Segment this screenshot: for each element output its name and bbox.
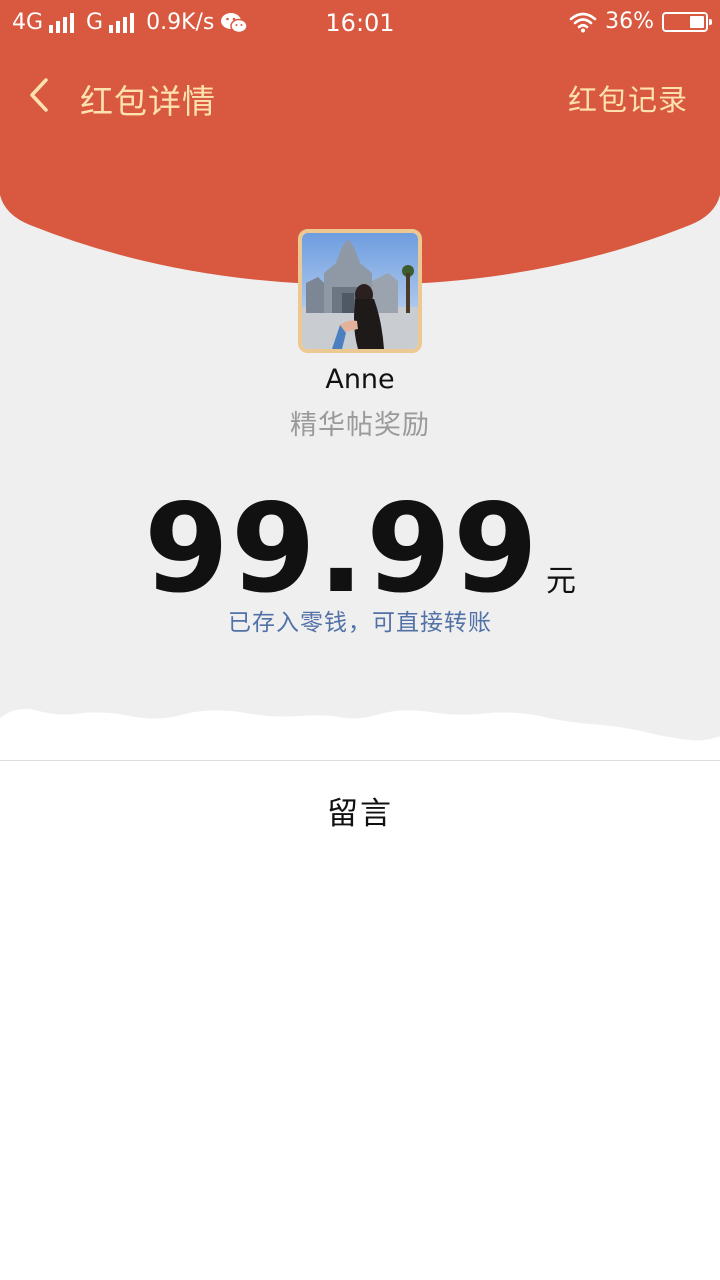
amount-display: 99.99 元 <box>0 478 720 620</box>
message-section-title: 留言 <box>327 796 393 832</box>
section-divider <box>0 760 720 761</box>
amount-unit: 元 <box>545 564 576 599</box>
wifi-icon <box>569 12 597 32</box>
battery-fill <box>690 15 704 28</box>
battery-icon <box>662 11 712 32</box>
red-packet-records-link[interactable]: 红包记录 <box>568 77 688 119</box>
page-title: 红包详情 <box>80 82 216 121</box>
wave-divider <box>0 709 720 762</box>
status-right: 36% <box>569 9 712 34</box>
amount-value: 99.99 <box>144 478 540 620</box>
sender-name: Anne <box>325 364 395 395</box>
red-packet-detail-screen: 4G G 0.9K/s 16:01 36% 红包详情 红包记录 Anne 精华帖… <box>0 0 720 1280</box>
avatar-photo <box>302 233 418 349</box>
avatar[interactable] <box>298 229 422 353</box>
battery-percent: 36% <box>605 9 654 34</box>
red-packet-description: 精华帖奖励 <box>290 410 430 441</box>
change-deposited-link[interactable]: 已存入零钱，可直接转账 <box>0 603 720 637</box>
status-bar: 4G G 0.9K/s 16:01 36% <box>0 0 720 46</box>
back-button[interactable] <box>22 74 62 118</box>
nav-bar: 红包详情 红包记录 <box>0 62 720 128</box>
chevron-left-icon <box>30 78 48 112</box>
